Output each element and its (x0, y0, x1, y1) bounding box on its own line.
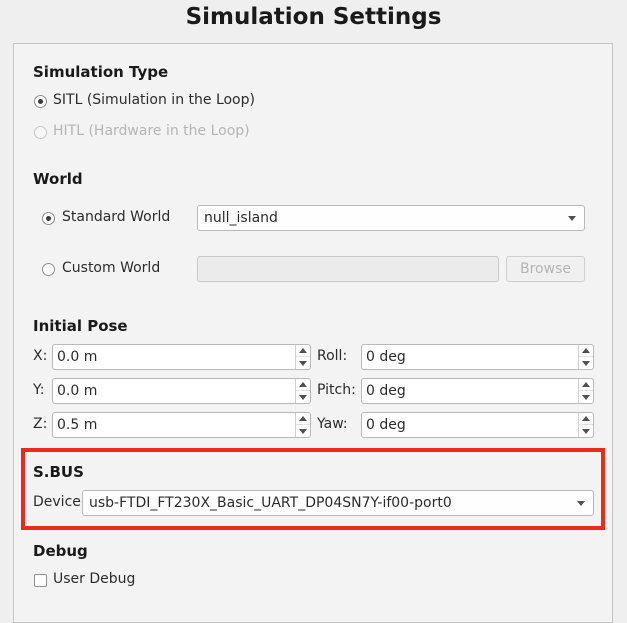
sbus-device-label: Device (33, 494, 81, 510)
initial-pose-heading: Initial Pose (33, 317, 128, 335)
browse-button: Browse (506, 256, 585, 282)
spin-up-icon[interactable] (299, 348, 307, 353)
pose-pitch-spinbox[interactable]: 0 deg (361, 378, 594, 404)
spin-up-icon[interactable] (299, 382, 307, 387)
sbus-device-value: usb-FTDI_FT230X_Basic_UART_DP04SN7Y-if00… (89, 495, 452, 511)
standard-world-select[interactable]: null_island (197, 205, 585, 231)
spin-down-icon[interactable] (299, 429, 307, 434)
pose-roll-label: Roll: (317, 348, 348, 364)
spin-down-icon[interactable] (299, 361, 307, 366)
page-title: Simulation Settings (185, 4, 442, 30)
pose-y-value: 0.0 m (57, 383, 98, 399)
pose-y-spinbox[interactable]: 0.0 m (52, 378, 311, 404)
pose-z-value: 0.5 m (57, 417, 98, 433)
sbus-device-select[interactable]: usb-FTDI_FT230X_Basic_UART_DP04SN7Y-if00… (82, 490, 594, 516)
sbus-highlight-box (21, 448, 605, 530)
standard-world-value: null_island (204, 210, 278, 226)
user-debug-label[interactable]: User Debug (53, 571, 135, 587)
hitl-radio (34, 126, 47, 139)
user-debug-checkbox[interactable] (34, 574, 47, 587)
pose-x-spinbox[interactable]: 0.0 m (52, 344, 311, 370)
chevron-down-icon (577, 501, 585, 506)
spin-down-icon[interactable] (582, 395, 590, 400)
spin-down-icon[interactable] (299, 395, 307, 400)
spin-down-icon[interactable] (582, 429, 590, 434)
pose-x-label: X: (33, 348, 48, 364)
chevron-down-icon (568, 216, 576, 221)
spin-up-icon[interactable] (582, 382, 590, 387)
pose-roll-value: 0 deg (366, 349, 406, 365)
spin-up-icon[interactable] (582, 348, 590, 353)
pose-z-spinbox[interactable]: 0.5 m (52, 412, 311, 438)
hitl-label: HITL (Hardware in the Loop) (53, 123, 250, 139)
simulation-type-heading: Simulation Type (33, 63, 169, 81)
spin-up-icon[interactable] (299, 416, 307, 421)
spin-up-icon[interactable] (582, 416, 590, 421)
custom-world-radio[interactable] (42, 263, 55, 276)
pose-yaw-label: Yaw: (317, 416, 348, 432)
pose-pitch-label: Pitch: (317, 382, 356, 398)
spin-down-icon[interactable] (582, 361, 590, 366)
custom-world-label[interactable]: Custom World (62, 260, 160, 276)
world-heading: World (33, 170, 83, 188)
standard-world-radio[interactable] (42, 212, 55, 225)
sitl-label[interactable]: SITL (Simulation in the Loop) (53, 92, 255, 108)
pose-yaw-spinbox[interactable]: 0 deg (361, 412, 594, 438)
pose-yaw-value: 0 deg (366, 417, 406, 433)
pose-x-value: 0.0 m (57, 349, 98, 365)
sitl-radio[interactable] (34, 95, 47, 108)
debug-heading: Debug (33, 542, 88, 560)
pose-z-label: Z: (33, 416, 48, 432)
pose-pitch-value: 0 deg (366, 383, 406, 399)
standard-world-label[interactable]: Standard World (62, 209, 170, 225)
pose-roll-spinbox[interactable]: 0 deg (361, 344, 594, 370)
pose-y-label: Y: (33, 382, 45, 398)
custom-world-path-input (197, 256, 499, 282)
sbus-heading: S.BUS (33, 463, 84, 481)
